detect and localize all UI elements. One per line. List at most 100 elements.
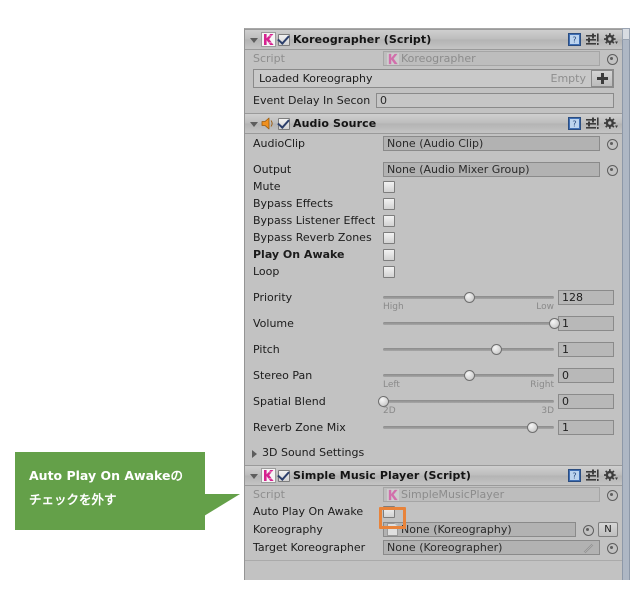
component-enable-checkbox-audio-source[interactable] bbox=[278, 117, 290, 130]
header-icons-audio-source: ? bbox=[568, 117, 618, 130]
loop-checkbox[interactable] bbox=[383, 265, 395, 278]
value-pitch: 1 bbox=[562, 342, 569, 356]
bypass-effects-checkbox[interactable] bbox=[383, 197, 395, 210]
field-stereo-pan-value[interactable]: 0 bbox=[558, 367, 614, 383]
field-koreography[interactable]: None (Koreography) bbox=[383, 521, 576, 537]
inspector-scrollbar-track[interactable] bbox=[622, 28, 630, 580]
priority-slider-endlabels: High Low bbox=[383, 302, 554, 312]
object-picker-icon[interactable] bbox=[605, 137, 618, 150]
component-header-audio-source[interactable]: Audio Source ? bbox=[245, 113, 622, 134]
inspector-scrollbar-thumb[interactable] bbox=[622, 28, 630, 40]
svg-text:?: ? bbox=[572, 36, 576, 45]
header-icons-simple-music-player: ? bbox=[568, 469, 618, 482]
label-reverb-zone-mix: Reverb Zone Mix bbox=[253, 420, 346, 434]
volume-slider[interactable] bbox=[383, 315, 560, 332]
field-output[interactable]: None (Audio Mixer Group) bbox=[383, 161, 600, 177]
preset-icon[interactable] bbox=[586, 33, 599, 46]
help-icon[interactable]: ? bbox=[568, 117, 581, 130]
foldout-arrow-koreographer-icon[interactable] bbox=[248, 33, 261, 46]
label-bypass-listener-effects: Bypass Listener Effect bbox=[253, 214, 376, 227]
component-enable-checkbox-simple-music-player[interactable] bbox=[278, 469, 290, 482]
field-audioclip[interactable]: None (Audio Clip) bbox=[383, 135, 600, 151]
reverb-zone-mix-slider[interactable] bbox=[383, 419, 554, 436]
pitch-slider[interactable] bbox=[383, 341, 554, 358]
svg-text:?: ? bbox=[572, 472, 576, 481]
priority-slider[interactable]: High Low bbox=[383, 289, 554, 312]
row-pitch: Pitch 1 bbox=[245, 340, 622, 358]
row-reverb-zone-mix: Reverb Zone Mix 1 bbox=[245, 418, 622, 436]
label-script: Script bbox=[253, 488, 285, 501]
row-stereo-pan: Stereo Pan Left Right 0 bbox=[245, 366, 622, 390]
label-priority: Priority bbox=[253, 290, 293, 304]
component-title-koreographer: Koreographer (Script) bbox=[293, 33, 432, 46]
foldout-arrow-simple-music-player-icon[interactable] bbox=[248, 469, 261, 482]
object-picker-icon[interactable] bbox=[581, 523, 594, 536]
stereo-pan-max-label: Right bbox=[530, 379, 554, 390]
gear-icon[interactable] bbox=[604, 469, 618, 482]
row-play-on-awake: Play On Awake bbox=[245, 246, 622, 263]
bypass-listener-effects-checkbox[interactable] bbox=[383, 214, 395, 227]
row-auto-play-on-awake: Auto Play On Awake bbox=[245, 503, 622, 520]
listbox-loaded-koreography[interactable]: Loaded Koreography Empty bbox=[253, 69, 614, 88]
value-audioclip: None (Audio Clip) bbox=[387, 136, 484, 150]
spatial-blend-slider[interactable]: 2D 3D bbox=[378, 393, 554, 416]
object-picker-icon[interactable] bbox=[605, 541, 618, 554]
label-target-koreographer: Target Koreographer bbox=[253, 540, 366, 554]
auto-play-on-awake-checkbox[interactable] bbox=[383, 505, 395, 518]
component-header-koreographer[interactable]: Koreographer (Script) ? bbox=[245, 29, 622, 50]
foldout-arrow-audio-source-icon[interactable] bbox=[248, 117, 261, 130]
field-priority-value[interactable]: 128 bbox=[558, 289, 614, 305]
field-event-delay[interactable]: 0 bbox=[376, 93, 614, 108]
row-3d-sound-settings[interactable]: 3D Sound Settings bbox=[245, 444, 622, 461]
label-audioclip: AudioClip bbox=[253, 136, 306, 150]
play-on-awake-checkbox[interactable] bbox=[383, 248, 395, 261]
field-koreographer-script[interactable]: Koreographer bbox=[383, 51, 600, 66]
add-koreography-button[interactable] bbox=[591, 70, 613, 87]
slider-handle[interactable] bbox=[549, 317, 560, 329]
koreographer-k-icon bbox=[261, 468, 276, 483]
row-smp-script: Script SimpleMusicPlayer bbox=[245, 486, 622, 503]
value-priority: 128 bbox=[562, 290, 583, 304]
object-picker-icon[interactable] bbox=[605, 163, 618, 176]
field-volume-value[interactable]: 1 bbox=[558, 315, 614, 331]
panel-divider bbox=[245, 560, 622, 561]
field-reverb-zone-mix-value[interactable]: 1 bbox=[558, 419, 614, 435]
svg-text:?: ? bbox=[572, 120, 576, 129]
gear-icon[interactable] bbox=[604, 33, 618, 46]
foldout-arrow-3d-sound-settings-icon[interactable] bbox=[249, 446, 262, 459]
component-header-simple-music-player[interactable]: Simple Music Player (Script) ? bbox=[245, 465, 622, 486]
preset-icon[interactable] bbox=[586, 469, 599, 482]
field-target-koreographer[interactable]: None (Koreographer) bbox=[383, 539, 600, 555]
annotation-line-1: Auto Play On Awakeの bbox=[29, 468, 183, 483]
field-pitch-value[interactable]: 1 bbox=[558, 341, 614, 357]
help-icon[interactable]: ? bbox=[568, 469, 581, 482]
gear-icon[interactable] bbox=[604, 117, 618, 130]
edit-pencil-icon[interactable] bbox=[583, 543, 595, 554]
field-spatial-blend-value[interactable]: 0 bbox=[558, 393, 614, 409]
component-enable-checkbox-koreographer[interactable] bbox=[278, 33, 290, 46]
new-koreography-button[interactable]: N bbox=[598, 521, 618, 537]
label-play-on-awake: Play On Awake bbox=[253, 248, 345, 261]
object-picker-icon[interactable] bbox=[605, 52, 618, 65]
value-reverb-zone-mix: 1 bbox=[562, 420, 569, 434]
row-bypass-effects: Bypass Effects bbox=[245, 195, 622, 212]
bypass-reverb-zones-checkbox[interactable] bbox=[383, 231, 395, 244]
priority-max-label: Low bbox=[536, 301, 554, 312]
field-smp-script[interactable]: SimpleMusicPlayer bbox=[383, 487, 600, 502]
label-output: Output bbox=[253, 162, 292, 176]
slider-handle[interactable] bbox=[490, 343, 502, 355]
slider-handle[interactable] bbox=[526, 421, 538, 433]
preset-icon[interactable] bbox=[586, 117, 599, 130]
koreographer-k-icon bbox=[387, 488, 399, 501]
object-picker-icon[interactable] bbox=[605, 488, 618, 501]
label-3d-sound-settings: 3D Sound Settings bbox=[262, 446, 365, 459]
annotation-line-2: チェックを外す bbox=[29, 492, 117, 507]
mute-checkbox[interactable] bbox=[383, 180, 395, 193]
koreographer-k-icon bbox=[261, 32, 276, 47]
stereo-pan-slider[interactable]: Left Right bbox=[383, 367, 554, 390]
spatial-blend-max-label: 3D bbox=[541, 405, 554, 416]
label-bypass-effects: Bypass Effects bbox=[253, 197, 334, 210]
component-title-simple-music-player: Simple Music Player (Script) bbox=[293, 469, 471, 482]
row-bypass-reverb-zones: Bypass Reverb Zones bbox=[245, 229, 622, 246]
help-icon[interactable]: ? bbox=[568, 33, 581, 46]
